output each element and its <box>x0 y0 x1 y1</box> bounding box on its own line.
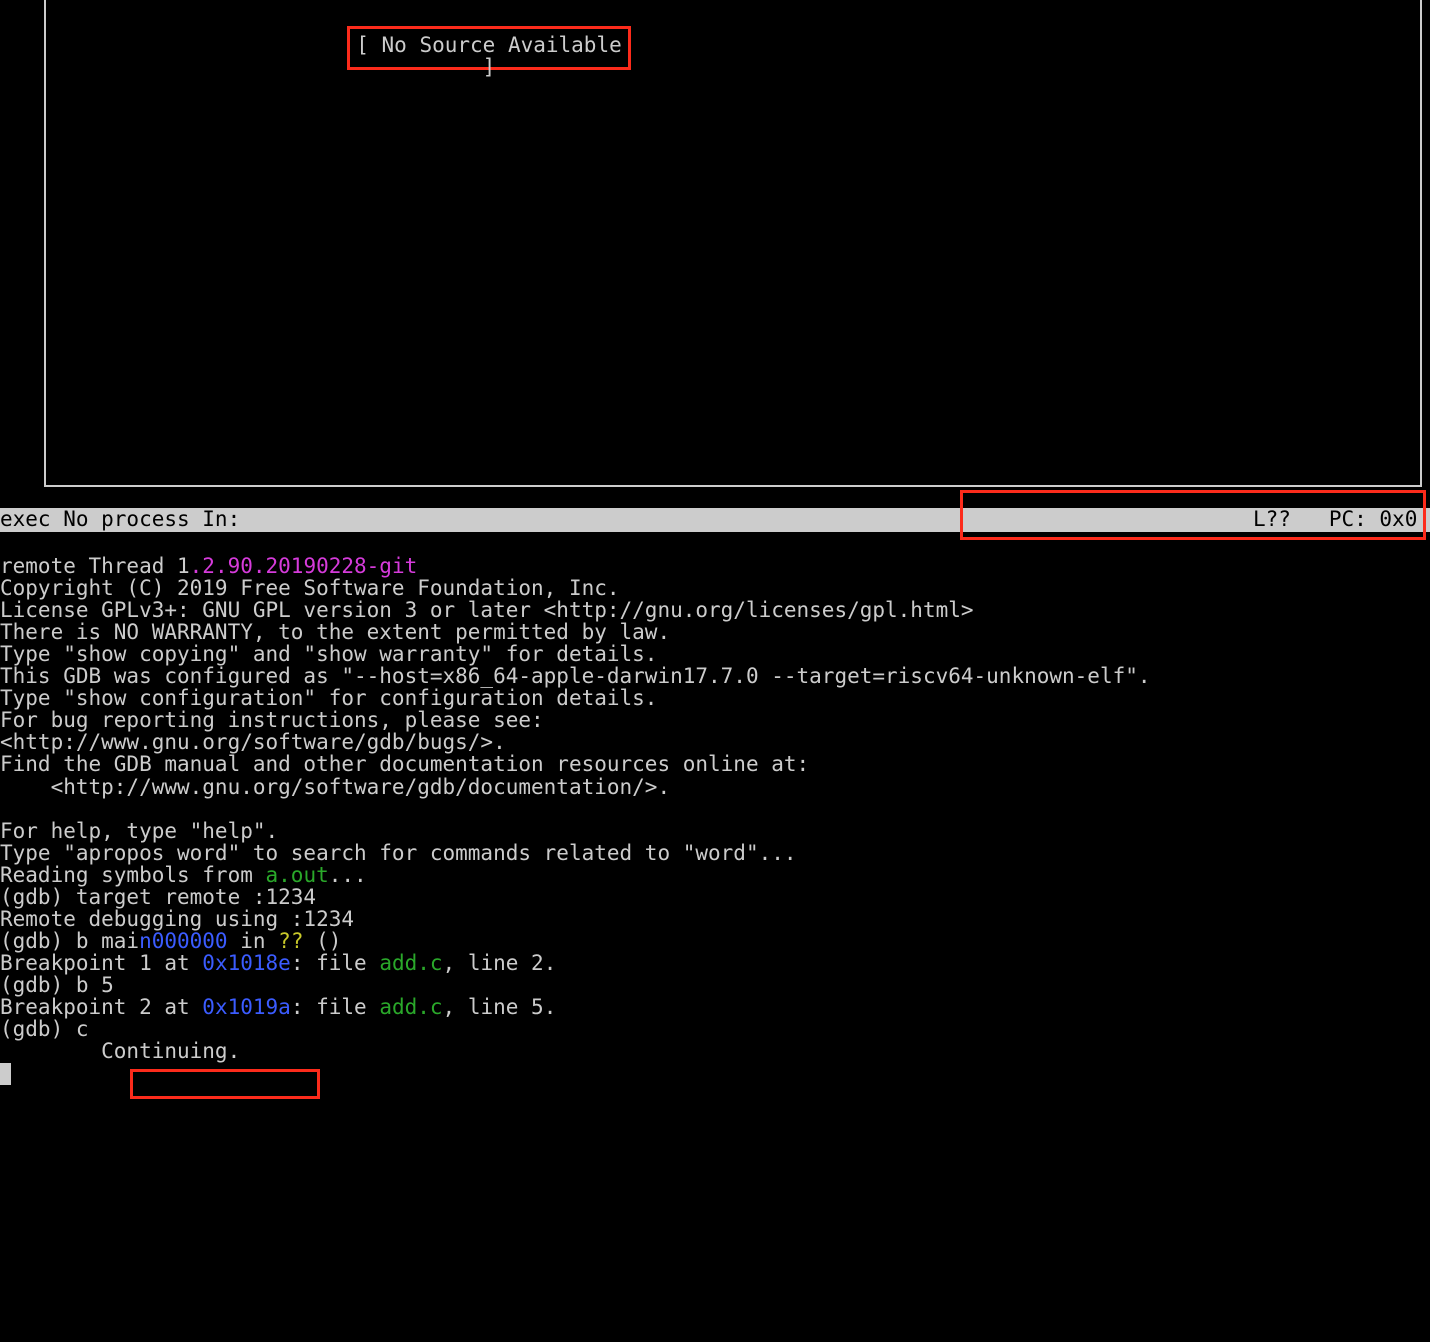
breakpoint-addr: 0x1018e <box>202 951 291 975</box>
body-line: <http://www.gnu.org/software/gdb/documen… <box>0 775 670 799</box>
cursor[interactable] <box>0 1063 11 1085</box>
breakpoint-line: Breakpoint 2 at <box>0 995 202 1019</box>
bp-mid: : file <box>291 951 380 975</box>
status-bar: exec No process In: L?? PC: 0x0 <box>0 508 1430 532</box>
paren-tail: () <box>303 929 341 953</box>
body-line: Type "show copying" and "show warranty" … <box>0 642 657 666</box>
thread-prefix: remote Thread 1 <box>0 554 190 578</box>
no-source-text: [ No Source Available ] <box>356 33 622 79</box>
body-line: Type "apropos word" to search for comman… <box>0 841 797 865</box>
gdb-command: b mai <box>76 929 139 953</box>
reading-symbols-prefix: Reading symbols from <box>0 863 266 887</box>
body-line: License GPLv3+: GNU GPL version 3 or lat… <box>0 598 974 622</box>
addr-fragment: n000000 <box>139 929 228 953</box>
body-line: For help, type "help". <box>0 819 278 843</box>
bp-tail: , line 5. <box>443 995 557 1019</box>
body-line: Type "show configuration" for configurat… <box>0 686 657 710</box>
reading-symbols-suffix: ... <box>329 863 367 887</box>
body-line: This GDB was configured as "--host=x86_6… <box>0 664 1151 688</box>
gdb-prompt: (gdb) <box>0 929 76 953</box>
body-line: There is NO WARRANTY, to the extent perm… <box>0 620 670 644</box>
gdb-command: target remote :1234 <box>76 885 316 909</box>
body-line: Find the GDB manual and other documentat… <box>0 752 809 776</box>
in-text: in <box>228 929 279 953</box>
gdb-prompt: (gdb) <box>0 1017 76 1041</box>
breakpoint-addr: 0x1019a <box>202 995 291 1019</box>
reading-symbols-file: a.out <box>266 863 329 887</box>
gdb-prompt: (gdb) <box>0 973 76 997</box>
gdb-terminal[interactable]: remote Thread 1.2.90.20190228-git Copyri… <box>0 533 1430 1085</box>
no-source-available-banner: [ No Source Available ] <box>347 26 631 70</box>
gdb-command: b 5 <box>76 973 114 997</box>
continuing-line: Continuing. <box>0 1039 240 1063</box>
bp-tail: , line 2. <box>443 951 557 975</box>
bp-file: add.c <box>379 951 442 975</box>
remote-debug-line: Remote debugging using :1234 <box>0 907 354 931</box>
thread-version: .2.90.20190228-git <box>190 554 418 578</box>
gdb-command: c <box>76 1017 89 1041</box>
body-line: Copyright (C) 2019 Free Software Foundat… <box>0 576 620 600</box>
gdb-prompt: (gdb) <box>0 885 76 909</box>
bp-mid: : file <box>291 995 380 1019</box>
status-left: exec No process In: <box>0 507 240 531</box>
body-line: <http://www.gnu.org/software/gdb/bugs/>. <box>0 730 506 754</box>
unknown-symbol: ?? <box>278 929 303 953</box>
status-right: L?? PC: 0x0 <box>1253 508 1430 530</box>
bp-file: add.c <box>379 995 442 1019</box>
body-line: For bug reporting instructions, please s… <box>0 708 544 732</box>
source-panel: [ No Source Available ] <box>44 0 1422 487</box>
breakpoint-line: Breakpoint 1 at <box>0 951 202 975</box>
